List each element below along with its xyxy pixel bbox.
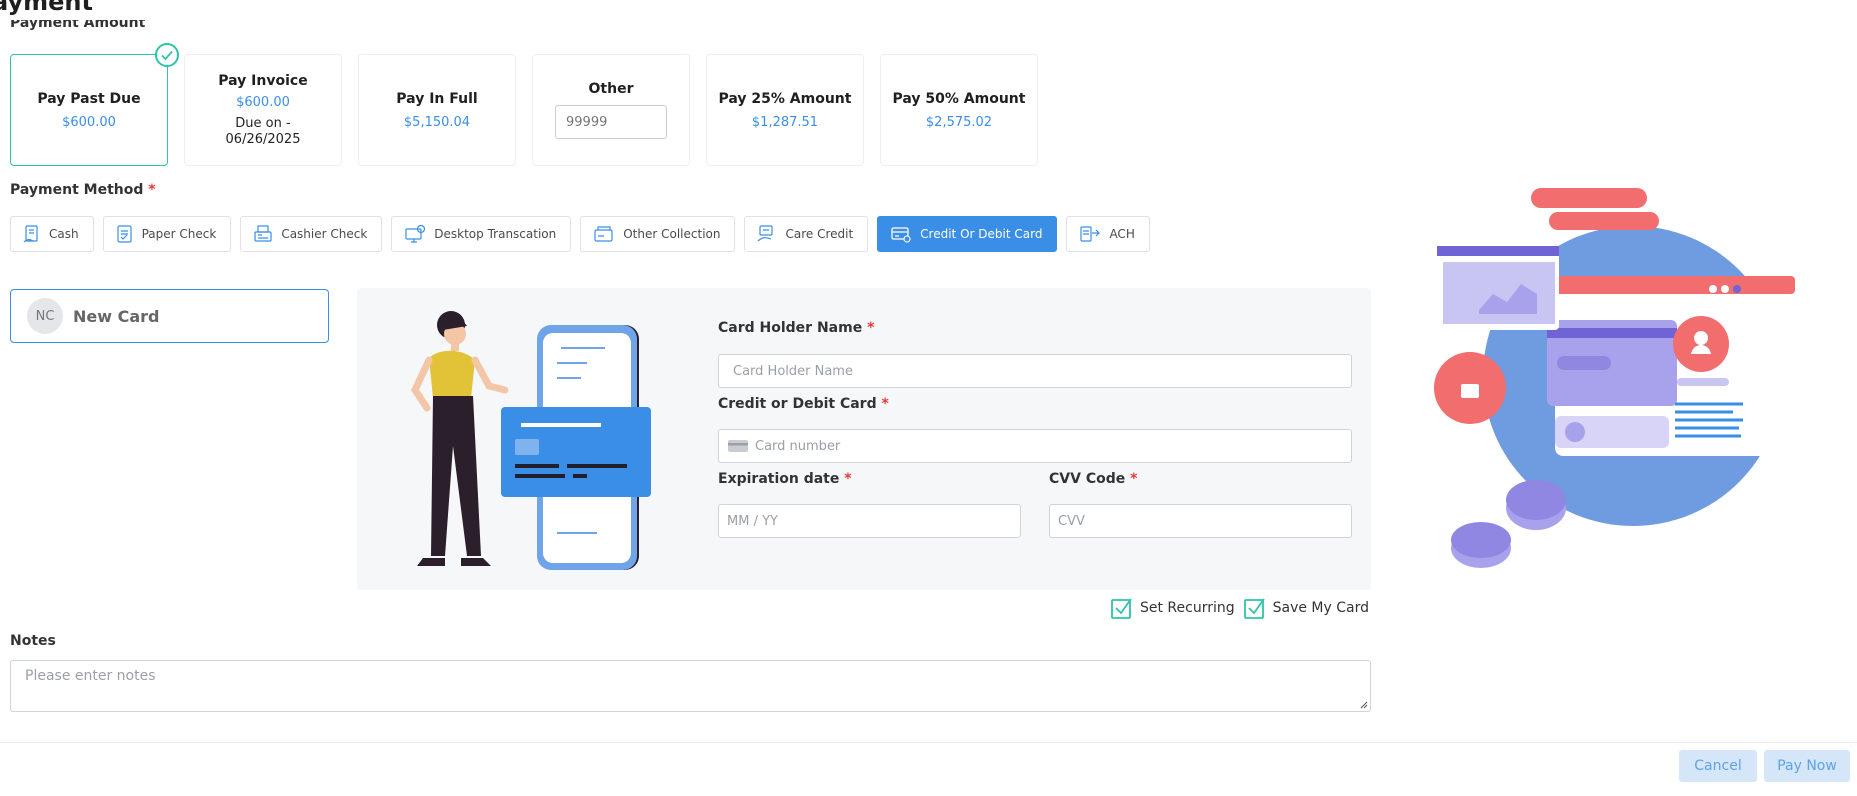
set-recurring-checkbox[interactable]: Set Recurring (1110, 596, 1235, 620)
other-amount-input[interactable] (555, 105, 667, 139)
ach-icon (1080, 226, 1101, 242)
card-icon (728, 440, 748, 452)
payment-amount-label: Payment Amount (10, 20, 146, 30)
payment-method-other-collection[interactable]: Other Collection (580, 216, 736, 252)
checkbox-checked-icon (1111, 598, 1132, 619)
desktop-icon (405, 224, 426, 243)
amount-option-invoice[interactable]: Pay Invoice $600.00 Due on - 06/26/2025 (184, 54, 342, 166)
cash-icon (23, 225, 38, 243)
card-number-label: Credit or Debit Card * (718, 396, 889, 412)
payment-method-options: Cash Paper Check Cashier Check Desktop T… (10, 216, 1150, 252)
resize-handle-icon[interactable] (1358, 699, 1368, 709)
amount-title: Pay In Full (396, 90, 478, 107)
pay-now-button[interactable]: Pay Now (1764, 750, 1850, 782)
amount-option-25[interactable]: Pay 25% Amount $1,287.51 (706, 54, 864, 166)
notes-label: Notes (10, 633, 56, 649)
amount-option-full[interactable]: Pay In Full $5,150.04 (358, 54, 516, 166)
payment-method-ach[interactable]: ACH (1066, 216, 1150, 252)
card-form-panel: Card Holder Name * Card Holder Name Cred… (357, 288, 1371, 590)
new-card-label: New Card (73, 306, 160, 326)
amount-option-50[interactable]: Pay 50% Amount $2,575.02 (880, 54, 1038, 166)
expiration-label: Expiration date * (718, 471, 852, 487)
paper-check-icon (116, 225, 132, 243)
avatar: NC (27, 298, 63, 334)
card-holder-label: Card Holder Name * (718, 320, 875, 336)
payment-method-paper-check[interactable]: Paper Check (102, 216, 232, 252)
amount-title: Pay Invoice (218, 72, 308, 89)
cvv-label: CVV Code * (1049, 471, 1138, 487)
notes-textarea[interactable]: Please enter notes (10, 660, 1371, 712)
amount-value: $1,287.51 (751, 114, 819, 130)
payment-illustration (1434, 188, 1795, 568)
collection-icon (594, 226, 613, 242)
amount-options: Pay Past Due $600.00 Pay Invoice $600.00… (10, 43, 1038, 166)
payment-method-cashier-check[interactable]: Cashier Check (240, 216, 383, 252)
card-number-input[interactable]: Card number (718, 429, 1352, 463)
amount-option-other[interactable]: Other (532, 54, 690, 166)
amount-title: Pay 25% Amount (718, 90, 852, 107)
amount-value: $2,575.02 (925, 114, 993, 130)
payment-method-desktop-transaction[interactable]: Desktop Transcation (391, 216, 572, 252)
page-title: ayment (0, 0, 93, 16)
new-card-option[interactable]: NC New Card (10, 289, 329, 343)
expiration-input[interactable]: MM / YY (718, 504, 1021, 538)
credit-card-icon (891, 227, 911, 243)
checkbox-checked-icon (1243, 598, 1265, 619)
amount-title: Other (588, 81, 634, 97)
care-credit-icon (758, 225, 774, 242)
payment-method-credit-debit-card[interactable]: Credit Or Debit Card (877, 216, 1058, 252)
card-options: Set Recurring Save My Card (1110, 596, 1369, 620)
footer-divider (0, 742, 1857, 743)
amount-value: $5,150.04 (403, 114, 471, 130)
amount-title: Pay 50% Amount (892, 90, 1026, 107)
amount-option-past-due[interactable]: Pay Past Due $600.00 (10, 43, 179, 166)
cashier-check-icon (254, 225, 272, 242)
amount-title: Pay Past Due (37, 90, 141, 107)
required-mark: * (148, 182, 156, 198)
payment-method-care-credit[interactable]: Care Credit (744, 216, 869, 252)
card-holder-input[interactable]: Card Holder Name (718, 354, 1352, 388)
payment-method-label: Payment Method * (10, 182, 156, 198)
card-payment-illustration (410, 311, 651, 570)
cancel-button[interactable]: Cancel (1679, 750, 1757, 782)
check-icon (155, 43, 179, 67)
amount-value: $600.00 (236, 94, 290, 110)
save-card-checkbox[interactable]: Save My Card (1243, 596, 1369, 620)
amount-due-date: Due on - 06/26/2025 (225, 115, 301, 147)
cvv-input[interactable]: CVV (1049, 504, 1352, 538)
payment-method-cash[interactable]: Cash (10, 216, 94, 252)
amount-value: $600.00 (62, 114, 116, 130)
